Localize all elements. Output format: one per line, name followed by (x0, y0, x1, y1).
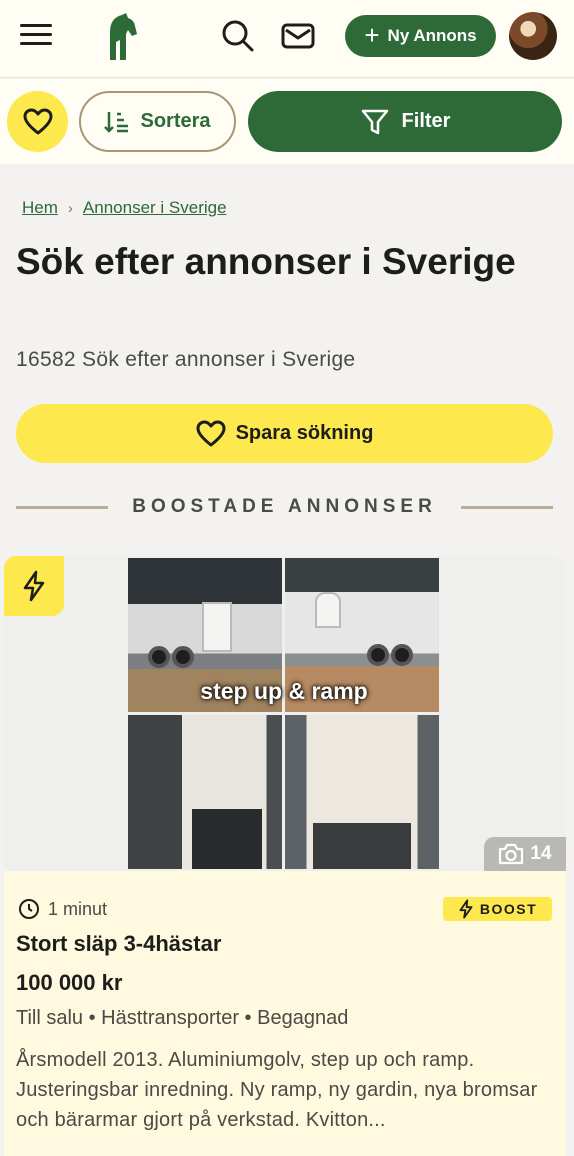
favorites-button[interactable] (7, 91, 68, 152)
boost-badge: BOOST (443, 897, 552, 921)
new-ad-button[interactable]: + Ny Annons (345, 15, 496, 57)
listing-image[interactable]: step up & ramp 14 (4, 556, 566, 871)
clock-icon (19, 899, 39, 919)
listing-description: Årsmodell 2013. Aluminiumgolv, step up o… (16, 1049, 538, 1131)
save-search-label: Spara sökning (235, 422, 374, 444)
plus-icon: + (364, 20, 380, 50)
section-heading-text: BOOSTADE ANNONSER (132, 496, 437, 517)
listing-meta: 1 minut (18, 898, 107, 920)
boost-corner-badge (4, 556, 64, 616)
search-icon[interactable] (220, 18, 256, 54)
filter-icon (361, 109, 388, 134)
photo-count-badge: 14 (484, 837, 566, 871)
bolt-icon (23, 570, 45, 602)
chevron-right-icon: › (67, 199, 73, 217)
camera-icon (499, 843, 524, 865)
boost-label: BOOST (479, 901, 538, 917)
image-caption: step up & ramp (200, 678, 368, 704)
horse-logo[interactable] (104, 12, 144, 62)
sort-button[interactable]: Sortera (79, 91, 236, 152)
breadcrumb: Hem › Annonser i Sverige (22, 198, 227, 218)
avatar[interactable] (509, 12, 557, 60)
section-heading: BOOSTADE ANNONSER (16, 495, 554, 519)
filter-label: Filter (401, 110, 451, 132)
listing-tags: Till salu • Hästtransporter • Begagnad (16, 1007, 349, 1029)
action-bar: Sortera Filter (0, 79, 574, 164)
new-ad-label: Ny Annons (387, 26, 477, 45)
sort-icon (104, 111, 129, 133)
photo-count: 14 (530, 843, 552, 864)
photo-collage: step up & ramp (128, 558, 440, 871)
filter-button[interactable]: Filter (248, 91, 562, 152)
bolt-icon (459, 899, 473, 919)
save-search-button[interactable]: Spara sökning (16, 404, 553, 463)
trailer-photo (285, 715, 439, 869)
divider-line (16, 505, 109, 509)
trailer-photo (128, 715, 282, 869)
heart-icon (196, 420, 226, 446)
breadcrumb-annonser[interactable]: Annonser i Sverige (83, 198, 227, 218)
menu-icon[interactable] (20, 24, 54, 50)
listing-price: 100 000 kr (16, 970, 123, 995)
page-title: Sök efter annonser i Sverige (16, 241, 516, 282)
listing-title[interactable]: Stort släp 3-4hästar (16, 931, 221, 957)
top-nav: + Ny Annons (0, 0, 574, 78)
sort-label: Sortera (140, 110, 211, 132)
heart-icon (23, 108, 52, 134)
listing-time: 1 minut (48, 898, 108, 919)
result-count: 16582 Sök efter annonser i Sverige (16, 348, 356, 371)
divider-line (460, 505, 554, 509)
listing-card[interactable]: step up & ramp 14 1 minut BOOST Stort sl… (4, 556, 566, 1156)
mail-icon[interactable] (280, 22, 316, 50)
breadcrumb-home[interactable]: Hem (22, 198, 58, 218)
